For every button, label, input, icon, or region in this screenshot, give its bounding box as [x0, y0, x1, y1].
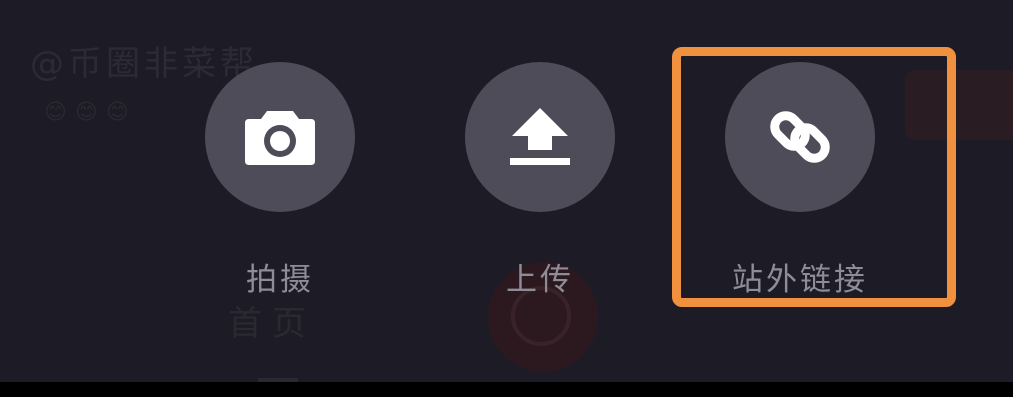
highlight-box — [672, 47, 956, 307]
shoot-label: 拍摄 — [246, 262, 314, 298]
shoot-button[interactable] — [205, 62, 355, 212]
upload-action[interactable]: 上传 — [450, 62, 630, 302]
upload-icon — [510, 108, 570, 165]
background-emoji-row: 😊😊😊 — [44, 100, 137, 125]
bottom-bar — [0, 382, 1013, 397]
camera-icon — [245, 111, 315, 165]
upload-label: 上传 — [506, 262, 574, 298]
background-home-tab: 首页 — [228, 304, 316, 344]
shoot-action[interactable]: 拍摄 — [190, 62, 370, 302]
upload-button[interactable] — [465, 62, 615, 212]
